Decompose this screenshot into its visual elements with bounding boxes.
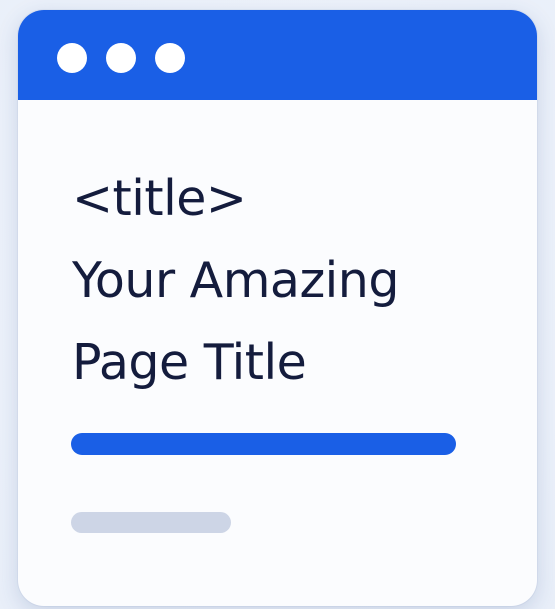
page-title-line-1: Your Amazing (72, 252, 399, 309)
title-underline-bar (71, 433, 456, 455)
page-content: <title> Your Amazing Page Title (72, 158, 399, 404)
illustration-canvas: <title> Your Amazing Page Title (0, 0, 555, 609)
browser-window: <title> Your Amazing Page Title (18, 10, 537, 606)
page-title-line-2: Page Title (72, 334, 307, 391)
window-dot-icon (106, 43, 136, 73)
window-titlebar (18, 10, 537, 100)
window-dot-icon (57, 43, 87, 73)
window-dot-icon (155, 43, 185, 73)
title-tag-label: <title> (72, 170, 247, 227)
placeholder-text-bar (71, 512, 231, 533)
